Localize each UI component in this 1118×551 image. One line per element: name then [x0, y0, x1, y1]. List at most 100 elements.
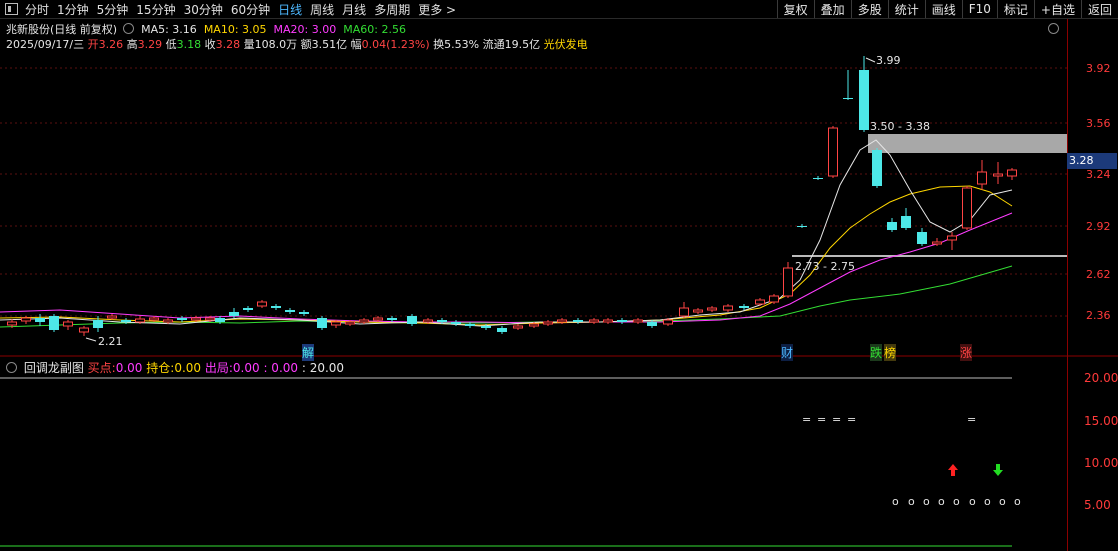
candle-body	[1007, 169, 1017, 177]
candle-body	[917, 232, 927, 244]
candle-body	[872, 150, 882, 186]
candle-body	[693, 309, 703, 313]
candle-body	[962, 187, 972, 229]
sub-axis-tick: 5.00	[1084, 498, 1111, 512]
dash-mark: =	[802, 413, 812, 426]
candle-body	[149, 317, 159, 321]
candle-body	[243, 308, 253, 310]
candle-body	[529, 323, 539, 327]
candle-body	[497, 328, 507, 332]
buy-label: 买点:	[87, 361, 116, 375]
circle-mark: o	[999, 495, 1006, 508]
candle-body	[797, 226, 807, 227]
circle-mark: o	[908, 495, 915, 508]
candle-body	[7, 321, 17, 326]
chart-settings-circle-icon[interactable]	[1048, 23, 1059, 34]
sub-indicator-name[interactable]: 回调龙副图	[24, 361, 84, 375]
candle-body	[481, 326, 491, 328]
candle-body	[345, 321, 355, 325]
event-finance-marker[interactable]: 财	[781, 344, 794, 361]
event-rise-marker[interactable]: 涨	[960, 344, 973, 361]
circle-mark: o	[969, 495, 976, 508]
extra-value-1: : 0.00	[263, 361, 299, 375]
candle-body	[663, 319, 673, 325]
candle-body	[932, 241, 942, 245]
candle-body	[271, 306, 281, 308]
candle-body	[589, 319, 599, 323]
sell-arrow-icon	[993, 464, 1003, 476]
dash-mark: =	[832, 413, 842, 426]
ma20-line	[0, 212, 1013, 324]
extra-value-2: : 20.00	[301, 361, 345, 375]
exit-label: 出局:	[204, 361, 233, 375]
dash-mark: =	[967, 413, 977, 426]
candle-body	[317, 318, 327, 328]
candle-body	[603, 319, 613, 323]
hold-value: 0.00	[174, 361, 202, 375]
ma5-line	[0, 139, 1013, 327]
candle-body	[843, 98, 853, 99]
high-marker-leader	[865, 57, 876, 63]
high-price-label: 3.99	[876, 54, 901, 67]
candle-body	[229, 312, 239, 316]
sub-axis-tick: 15.00	[1084, 414, 1118, 428]
candle-body	[257, 301, 267, 307]
candle-body	[769, 295, 779, 303]
sub-axis-tick: 10.00	[1084, 456, 1118, 470]
circle-mark: o	[953, 495, 960, 508]
buy-arrow-icon	[948, 464, 958, 476]
candle-body	[93, 320, 103, 328]
current-price-box: 3.28	[1067, 153, 1117, 169]
circle-mark: o	[892, 495, 899, 508]
circle-mark: o	[923, 495, 930, 508]
price-tick: 3.92	[1086, 62, 1111, 75]
candle-body	[947, 235, 957, 241]
candle-body	[205, 317, 215, 321]
event-ranking-marker[interactable]: 榜	[884, 344, 897, 361]
candle-body	[423, 319, 433, 323]
sub-settings-circle-icon[interactable]	[6, 362, 17, 373]
dash-mark: =	[817, 413, 827, 426]
candle-body	[707, 307, 717, 311]
candle-body	[901, 216, 911, 228]
buy-value: 0.00	[115, 361, 143, 375]
candle-body	[977, 171, 987, 185]
price-tick: 3.56	[1086, 117, 1111, 130]
candle-body	[573, 320, 583, 322]
upper-zone-label: 3.50 - 3.38	[870, 120, 930, 133]
sub-axis-tick: 20.00	[1084, 371, 1118, 385]
candle-body	[993, 173, 1003, 177]
candle-body	[107, 315, 117, 319]
kline-chart[interactable]	[0, 0, 1118, 551]
candle-body	[407, 316, 417, 324]
candle-body	[63, 321, 73, 327]
circle-mark: o	[938, 495, 945, 508]
low-price-label: 2.21	[98, 335, 123, 348]
candle-body	[465, 324, 475, 326]
exit-value: 0.00	[232, 361, 260, 375]
candle-body	[679, 307, 689, 317]
candle-body	[135, 318, 145, 323]
hold-label: 持仓:	[146, 361, 175, 375]
candle-body	[331, 321, 341, 326]
price-tick: 3.24	[1086, 168, 1111, 181]
candle-body	[783, 267, 793, 297]
candle-body	[285, 310, 295, 312]
event-drop-marker[interactable]: 跌	[870, 344, 883, 361]
candle-body	[163, 319, 173, 323]
price-tick: 2.36	[1086, 309, 1111, 322]
candle-body	[617, 320, 627, 322]
candle-body	[177, 318, 187, 320]
low-marker-leader	[85, 337, 97, 342]
candle-body	[647, 322, 657, 326]
candle-body	[373, 317, 383, 321]
candle-body	[191, 317, 201, 321]
candle-body	[437, 320, 447, 322]
candle-body	[828, 127, 838, 177]
price-tick: 2.92	[1086, 220, 1111, 233]
candle-body	[359, 319, 369, 323]
circle-mark: o	[1014, 495, 1021, 508]
candle-body	[215, 318, 225, 322]
price-tick: 2.62	[1086, 268, 1111, 281]
circle-mark: o	[984, 495, 991, 508]
